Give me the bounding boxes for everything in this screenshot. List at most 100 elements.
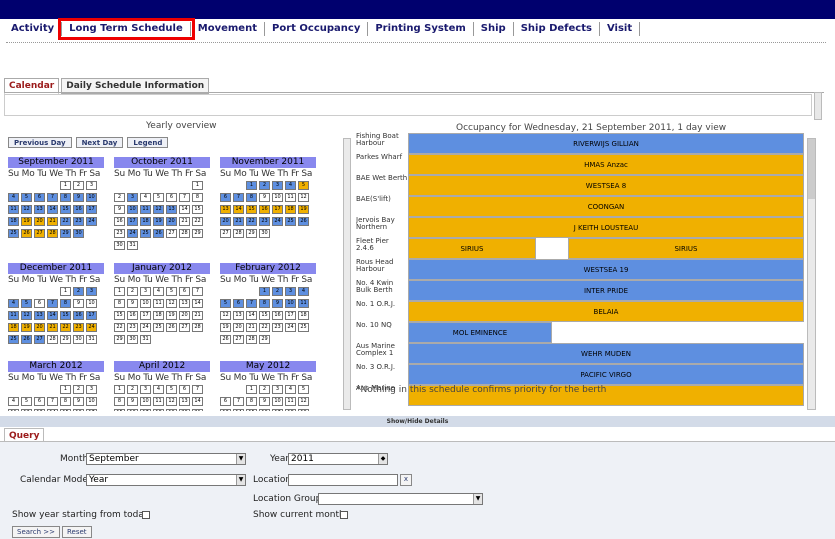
vessel-bar[interactable]: WESTSEA 8: [408, 175, 804, 196]
calendar-day[interactable]: 28: [233, 229, 244, 238]
calendar-day[interactable]: 4: [140, 193, 151, 202]
calendar-day[interactable]: 22: [192, 217, 203, 226]
calendar-day[interactable]: 14: [47, 205, 58, 214]
calendar-day[interactable]: 1: [114, 287, 125, 296]
calendar-day[interactable]: 17: [86, 311, 97, 320]
calendar-day[interactable]: 6: [34, 299, 45, 308]
calendar-day[interactable]: 29: [259, 335, 270, 344]
calendar-day[interactable]: 29: [246, 229, 257, 238]
calendar-day[interactable]: 30: [73, 335, 84, 344]
calendar-day[interactable]: 27: [34, 229, 45, 238]
calendar-day[interactable]: 8: [192, 193, 203, 202]
calendar-day[interactable]: 6: [166, 193, 177, 202]
calendar-day[interactable]: 7: [192, 287, 203, 296]
calendar-day[interactable]: 19: [298, 205, 309, 214]
nav-printing-system[interactable]: Printing System: [368, 22, 474, 36]
vessel-bar[interactable]: SIRIUS: [408, 238, 536, 259]
calendar-day[interactable]: 16: [127, 311, 138, 320]
nav-ship[interactable]: Ship: [474, 22, 514, 36]
calendar-day[interactable]: 14: [192, 299, 203, 308]
calendar-day[interactable]: 11: [285, 397, 296, 406]
calendar-day[interactable]: 7: [179, 193, 190, 202]
calendar-day[interactable]: 20: [34, 217, 45, 226]
calendar-day[interactable]: 4: [8, 193, 19, 202]
calendar-day[interactable]: 26: [21, 335, 32, 344]
calendar-day[interactable]: 19: [220, 323, 231, 332]
calendar-day[interactable]: 10: [86, 299, 97, 308]
show-month-checkbox[interactable]: [340, 511, 348, 519]
calendar-day[interactable]: 9: [73, 299, 84, 308]
calendar-day[interactable]: 22: [114, 323, 125, 332]
calendar-day[interactable]: 12: [166, 397, 177, 406]
calendar-day[interactable]: 30: [73, 229, 84, 238]
calendar-day[interactable]: 3: [86, 181, 97, 190]
calendar-day[interactable]: 12: [21, 311, 32, 320]
calendar-day[interactable]: 4: [285, 181, 296, 190]
calendar-day[interactable]: 17: [86, 205, 97, 214]
calendar-day[interactable]: 2: [73, 181, 84, 190]
calendar-day[interactable]: 21: [179, 217, 190, 226]
calendar-day[interactable]: 31: [140, 335, 151, 344]
calendar-day[interactable]: 23: [272, 323, 283, 332]
calendar-day[interactable]: 6: [233, 299, 244, 308]
calendar-day[interactable]: 19: [166, 311, 177, 320]
calendar-day[interactable]: 7: [233, 193, 244, 202]
calendar-day[interactable]: 3: [272, 181, 283, 190]
vessel-bar[interactable]: PACIFIC VIRGO: [408, 364, 804, 385]
calendar-day[interactable]: 10: [272, 193, 283, 202]
calendar-day[interactable]: 14: [179, 205, 190, 214]
calendar-day[interactable]: 9: [73, 193, 84, 202]
calendar-day[interactable]: 21: [233, 217, 244, 226]
calendar-day[interactable]: 13: [220, 409, 231, 411]
calendar-day[interactable]: 14: [47, 409, 58, 411]
vessel-bar[interactable]: MOL EMINENCE: [408, 322, 552, 343]
calendar-day[interactable]: 10: [127, 205, 138, 214]
calendar-day[interactable]: 11: [8, 311, 19, 320]
location-group-select[interactable]: ▼: [318, 493, 483, 505]
calendar-day[interactable]: 16: [73, 409, 84, 411]
calendar-day[interactable]: 20: [220, 217, 231, 226]
vessel-bar[interactable]: J KEITH LOUSTEAU: [408, 217, 804, 238]
calendar-day[interactable]: 13: [220, 205, 231, 214]
calendar-day[interactable]: 11: [153, 299, 164, 308]
calendar-day[interactable]: 23: [114, 229, 125, 238]
calendar-day[interactable]: 8: [114, 299, 125, 308]
show-hide-details-toggle[interactable]: Show/Hide Details: [0, 416, 835, 427]
calendar-day[interactable]: 8: [246, 193, 257, 202]
calendar-day[interactable]: 21: [47, 323, 58, 332]
calendar-day[interactable]: 5: [21, 299, 32, 308]
calendar-day[interactable]: 1: [246, 181, 257, 190]
calendar-day[interactable]: 21: [47, 217, 58, 226]
calendar-day[interactable]: 17: [140, 409, 151, 411]
calendar-day[interactable]: 15: [60, 409, 71, 411]
calendar-day[interactable]: 20: [166, 217, 177, 226]
calendar-day[interactable]: 8: [114, 397, 125, 406]
calendar-day[interactable]: 6: [34, 193, 45, 202]
calendar-day[interactable]: 4: [153, 287, 164, 296]
calendar-day[interactable]: 8: [60, 397, 71, 406]
calendar-day[interactable]: 8: [60, 299, 71, 308]
calendar-day[interactable]: 10: [86, 397, 97, 406]
calendar-day[interactable]: 26: [220, 335, 231, 344]
calendar-day[interactable]: 20: [179, 409, 190, 411]
calendar-day[interactable]: 28: [246, 335, 257, 344]
calendar-day[interactable]: 19: [21, 217, 32, 226]
calendar-day[interactable]: 1: [60, 287, 71, 296]
calendar-day[interactable]: 17: [272, 409, 283, 411]
calendar-day[interactable]: 15: [192, 205, 203, 214]
calendar-day[interactable]: 9: [127, 397, 138, 406]
calendar-day[interactable]: 11: [8, 205, 19, 214]
nav-visit[interactable]: Visit: [600, 22, 641, 36]
calendar-day[interactable]: 10: [285, 299, 296, 308]
legend-button[interactable]: Legend: [127, 137, 169, 148]
calendar-day[interactable]: 24: [140, 323, 151, 332]
calendar-day[interactable]: 10: [272, 397, 283, 406]
calendar-day[interactable]: 18: [285, 205, 296, 214]
calendar-day[interactable]: 8: [246, 397, 257, 406]
calendar-day[interactable]: 8: [60, 193, 71, 202]
calendar-day[interactable]: 10: [86, 193, 97, 202]
calendar-day[interactable]: 22: [60, 217, 71, 226]
calendar-day[interactable]: 5: [166, 287, 177, 296]
calendar-day[interactable]: 25: [140, 229, 151, 238]
calendar-day[interactable]: 23: [73, 217, 84, 226]
